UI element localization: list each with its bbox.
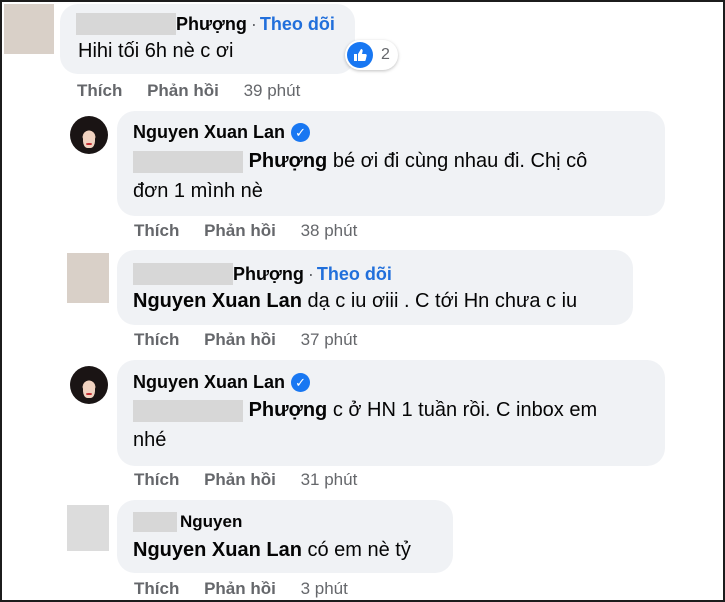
avatar[interactable] (70, 366, 108, 404)
comment-text-line1: c ở HN 1 tuần rồi. C inbox em (327, 399, 598, 421)
separator-dot: · (250, 13, 257, 34)
reply-button[interactable]: Phản hồi (204, 330, 276, 349)
comment-actions: Thích Phản hồi 37 phút (134, 330, 357, 350)
comment-text: Nguyen Xuan Lan dạ c iu ơiii . C tới Hn … (133, 286, 577, 316)
comment-actions: Thích Phản hồi 39 phút (77, 81, 300, 101)
timestamp[interactable]: 39 phút (244, 81, 301, 100)
follow-link[interactable]: Theo dõi (260, 14, 335, 35)
verified-badge-icon: ✓ (291, 373, 311, 392)
author-name[interactable]: Nguyen Xuan Lan (133, 372, 285, 393)
comment-author[interactable]: Phượng · Theo dõi (76, 13, 335, 35)
reaction-count: 2 (381, 46, 390, 63)
comment-actions: Thích Phản hồi 3 phút (134, 579, 348, 599)
timestamp[interactable]: 3 phút (301, 579, 348, 598)
author-name[interactable]: Phượng (233, 264, 304, 285)
avatar[interactable] (67, 253, 109, 303)
comment-text: Nguyen Xuan Lan có em nè tỷ (133, 535, 411, 565)
redacted-name (133, 512, 177, 532)
comment-text: Phượng bé ơi đi cùng nhau đi. Chị cô đơn… (133, 146, 587, 206)
timestamp[interactable]: 37 phút (301, 330, 358, 349)
like-button[interactable]: Thích (77, 81, 122, 100)
like-button[interactable]: Thích (134, 330, 179, 349)
author-name[interactable]: Nguyen (180, 512, 242, 532)
redacted-name (76, 13, 176, 35)
comment-author[interactable]: Phượng · Theo dõi (133, 263, 392, 285)
comment-actions: Thích Phản hồi 38 phút (134, 221, 357, 241)
comment-text-line1: bé ơi đi cùng nhau đi. Chị cô (327, 150, 588, 172)
reaction-summary[interactable]: 2 (345, 40, 398, 70)
like-button[interactable]: Thích (134, 470, 179, 489)
avatar[interactable] (70, 116, 108, 154)
comment-text-body: có em nè tỷ (301, 539, 411, 561)
like-button[interactable]: Thích (134, 221, 179, 240)
comment-text-line2: nhé (133, 429, 167, 451)
timestamp[interactable]: 38 phút (301, 221, 358, 240)
comment-author[interactable]: Nguyen Xuan Lan ✓ (133, 122, 311, 143)
comment-text: Hihi tối 6h nè c ơi (78, 40, 234, 62)
reply-button[interactable]: Phản hồi (147, 81, 219, 100)
timestamp[interactable]: 31 phút (301, 470, 358, 489)
avatar[interactable] (67, 505, 109, 551)
redacted-name (133, 399, 243, 422)
comment-text: Phượng c ở HN 1 tuần rồi. C inbox em nhé (133, 395, 597, 455)
comment-author[interactable]: Nguyen (133, 512, 242, 532)
separator-dot: · (307, 263, 314, 284)
author-name[interactable]: Phượng (176, 14, 247, 35)
mention-link[interactable]: Phượng (249, 399, 328, 421)
comment-actions: Thích Phản hồi 31 phút (134, 470, 357, 490)
mention-link[interactable]: Nguyen Xuan Lan (133, 290, 302, 312)
avatar[interactable] (4, 4, 54, 54)
thumbs-up-icon (347, 42, 373, 68)
follow-link[interactable]: Theo dõi (317, 264, 392, 285)
reply-button[interactable]: Phản hồi (204, 470, 276, 489)
redacted-name (133, 263, 233, 285)
redacted-name (133, 150, 243, 173)
reply-button[interactable]: Phản hồi (204, 221, 276, 240)
comment-text-body: dạ c iu ơiii . C tới Hn chưa c iu (301, 290, 578, 312)
comment-author[interactable]: Nguyen Xuan Lan ✓ (133, 372, 311, 393)
reply-button[interactable]: Phản hồi (204, 579, 276, 598)
author-name[interactable]: Nguyen Xuan Lan (133, 122, 285, 143)
mention-link[interactable]: Nguyen Xuan Lan (133, 539, 302, 561)
like-button[interactable]: Thích (134, 579, 179, 598)
comment-text-line2: đơn 1 mình nè (133, 180, 263, 202)
verified-badge-icon: ✓ (291, 123, 311, 142)
mention-link[interactable]: Phượng (249, 150, 328, 172)
